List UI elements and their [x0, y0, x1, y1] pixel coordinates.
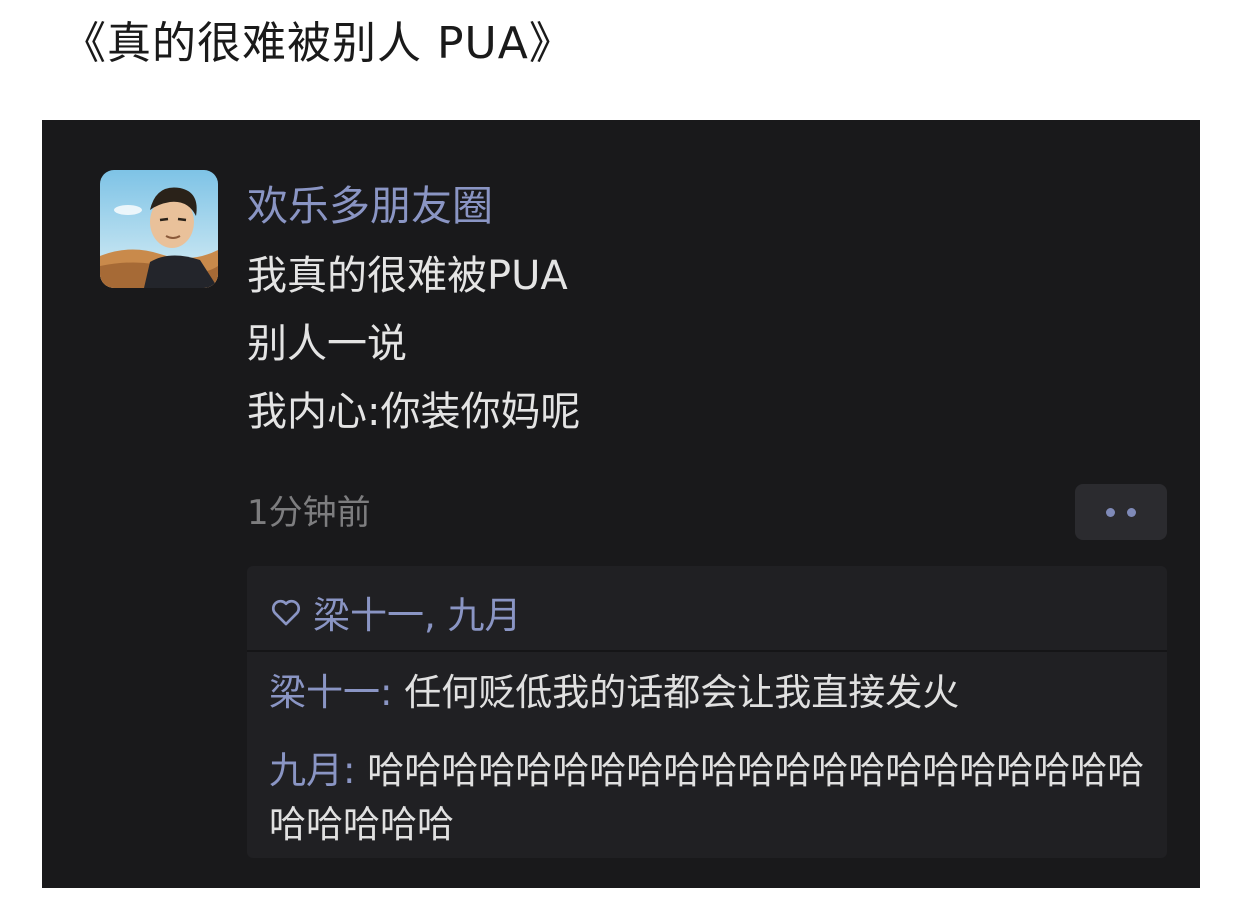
comment-item[interactable]: 九月: 哈哈哈哈哈哈哈哈哈哈哈哈哈哈哈哈哈哈哈哈哈哈哈哈哈哈	[269, 744, 1149, 852]
post-timestamp: 1分钟前	[247, 493, 371, 533]
post-username[interactable]: 欢乐多朋友圈	[247, 178, 493, 234]
post-content: 我真的很难被PUA 别人一说 我内心:你装你妈呢	[247, 242, 580, 446]
post-line: 我真的很难被PUA	[247, 253, 568, 299]
comment-text: 哈哈哈哈哈哈哈哈哈哈哈哈哈哈哈哈哈哈哈哈哈哈哈哈哈哈	[269, 749, 1145, 846]
divider	[247, 650, 1167, 652]
comment-text: 任何贬低我的话都会让我直接发火	[404, 671, 960, 714]
moments-post-screenshot: 欢乐多朋友圈 我真的很难被PUA 别人一说 我内心:你装你妈呢 1分钟前 梁十一…	[42, 120, 1200, 888]
post-line: 别人一说	[247, 321, 407, 367]
likes-names[interactable]: 梁十一, 九月	[313, 585, 522, 639]
comment-author[interactable]: 九月	[269, 749, 343, 792]
avatar[interactable]	[100, 170, 218, 288]
likes-row: 梁十一, 九月	[269, 584, 522, 640]
comment-author[interactable]: 梁十一	[269, 671, 380, 714]
comment-item[interactable]: 梁十一: 任何贬低我的话都会让我直接发火	[269, 666, 1149, 720]
comment-separator: :	[343, 749, 368, 792]
comment-separator: :	[380, 671, 405, 714]
article-title: 《真的很难被别人 PUA》	[62, 18, 574, 69]
post-line: 我内心:你装你妈呢	[247, 389, 581, 435]
avatar-illustration	[100, 170, 218, 288]
heart-icon	[271, 599, 301, 626]
likes-comments-panel: 梁十一, 九月 梁十一: 任何贬低我的话都会让我直接发火 九月: 哈哈哈哈哈哈哈…	[247, 566, 1167, 858]
more-actions-button[interactable]	[1075, 484, 1167, 540]
